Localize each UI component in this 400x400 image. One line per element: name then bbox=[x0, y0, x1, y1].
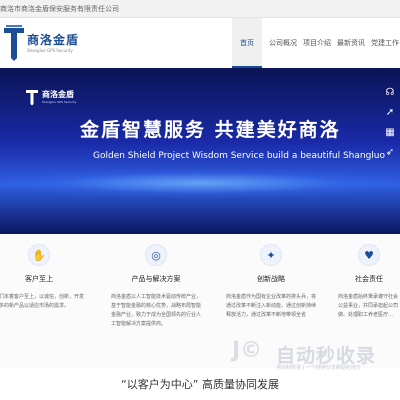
headset-icon[interactable]: ☊ bbox=[380, 82, 400, 102]
feature-description: 商洛金盾以人工智能技术驱动传统产业，基于智能金融的核心优势，战略布局智能金融产业… bbox=[111, 294, 202, 327]
handshake-icon: ✋ bbox=[28, 244, 50, 266]
site-header: 商洛金盾 Shangluo GPS Security 首页 公司概况 项目介绍 … bbox=[0, 18, 400, 68]
hero-banner[interactable]: 商洛金盾 Shangluo GPS Security 金盾智慧服务 共建美好商洛… bbox=[0, 68, 400, 234]
feature-description: 商洛金盾始终秉承遵守社会公益事业，共同承担起公司做、处理职工养老医疗… bbox=[338, 294, 399, 318]
main-nav: 首页 公司概况 项目介绍 最新资讯 党建工作 bbox=[232, 18, 400, 68]
share-icon[interactable]: ➚ bbox=[380, 102, 400, 122]
nav-item-news[interactable]: 最新资讯 bbox=[334, 18, 368, 68]
banner-title: 金盾智慧服务 共建美好商洛 bbox=[80, 119, 341, 141]
site-watermark: J© 自动秒收录 自动秒收录 | 一个持续分享网站的地方 bbox=[232, 336, 382, 371]
feature-description: 我们本着客户至上，以诚信，创新，开发更多的新产品以适应市场的需求。 bbox=[0, 294, 85, 309]
feature-title: 产品与解决方案 bbox=[131, 275, 181, 283]
feature-innovation-strategy[interactable]: ✦ 创新战略 商洛金盾作为国有企业改革的排头兵，将通过改革不断注入新动能，通过创… bbox=[226, 244, 316, 320]
banner-logo-name: 商洛金盾 bbox=[42, 90, 74, 99]
feature-social-responsibility[interactable]: ♥ 社会责任 商洛金盾始终秉承遵守社会公益事业，共同承担起公司做、处理职工养老医… bbox=[338, 244, 400, 320]
feature-customer-first[interactable]: ✋ 客户至上 我们本着客户至上，以诚信，创新，开发更多的新产品以适应市场的需求。 bbox=[0, 244, 84, 311]
shield-logo-icon[interactable] bbox=[3, 24, 25, 62]
feature-title: 创新战略 bbox=[257, 275, 285, 283]
nav-item-home[interactable]: 首页 bbox=[232, 18, 262, 68]
banner-logo-subtitle: Shangluo GPS Security bbox=[42, 100, 77, 104]
banner-light-glow bbox=[0, 168, 400, 198]
company-full-name: 商洛市商洛金盾保安服务有限责任公司 bbox=[0, 5, 119, 13]
nav-item-company-overview[interactable]: 公司概况 bbox=[266, 18, 300, 68]
floating-toolbar: ☊ ➚ ▦ ➶ bbox=[380, 82, 400, 182]
rocket-icon[interactable]: ➶ bbox=[380, 142, 400, 162]
top-info-bar: 商洛市商洛金盾保安服务有限责任公司 bbox=[0, 0, 400, 18]
nav-item-party-building[interactable]: 党建工作 bbox=[368, 18, 400, 68]
section-slogan: “以客户为中心” 高质量协同发展 bbox=[121, 378, 279, 391]
feature-title: 社会责任 bbox=[355, 275, 383, 283]
watermark-subtext: 自动秒收录 | 一个持续分享网站的地方 bbox=[276, 365, 361, 371]
logo-name[interactable]: 商洛金盾 bbox=[27, 31, 79, 48]
banner-shield-icon bbox=[26, 90, 38, 106]
feature-products-solutions[interactable]: ◎ 产品与解决方案 商洛金盾以人工智能技术驱动传统产业，基于智能金融的核心优势，… bbox=[111, 244, 201, 329]
product-icon: ◎ bbox=[145, 244, 167, 266]
banner-subtitle: Golden Shield Project Wisdom Service bui… bbox=[93, 151, 385, 161]
qrcode-icon[interactable]: ▦ bbox=[380, 122, 400, 142]
feature-description: 商洛金盾作为国有企业改革的排头兵，将通过改革不断注入新动能，通过创新持续释放活力… bbox=[226, 294, 317, 318]
feature-title: 客户至上 bbox=[25, 275, 53, 283]
logo-subtitle: Shangluo GPS Security bbox=[27, 48, 73, 53]
heart-icon: ♥ bbox=[358, 244, 380, 266]
watermark-logo: J© bbox=[232, 338, 263, 363]
nav-item-projects[interactable]: 项目介绍 bbox=[300, 18, 334, 68]
bulb-icon: ✦ bbox=[260, 244, 282, 266]
